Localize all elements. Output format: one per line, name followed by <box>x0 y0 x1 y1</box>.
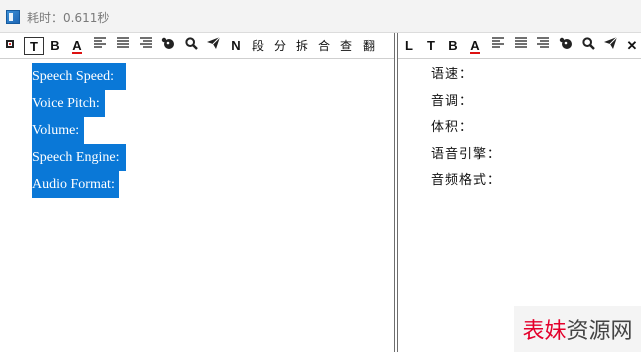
elapsed-time-label: 耗时：0.611秒 <box>27 11 110 25</box>
watermark: 表妹 资源网 <box>514 306 641 352</box>
send-icon[interactable] <box>205 37 221 55</box>
text-line[interactable]: Volume: <box>32 117 84 144</box>
text-line[interactable]: 语音引擎： <box>431 146 501 173</box>
l-button[interactable]: L <box>402 37 416 55</box>
translation-pane[interactable]: L T B A ✕ 语速： 音调： 体积： 语音引擎： 音频格式： <box>397 33 641 352</box>
text-mode-button[interactable]: T <box>24 37 44 55</box>
search-icon[interactable] <box>183 37 199 55</box>
paragraph-button[interactable]: 段 <box>250 37 266 55</box>
translation-toolbar: L T B A ✕ <box>398 33 641 59</box>
source-text-pane[interactable]: T B A N 段 分 拆 合 查 翻 Speech Speed: Voice … <box>0 33 395 352</box>
stop-icon[interactable] <box>4 37 16 55</box>
search-icon[interactable] <box>580 37 596 55</box>
text-line[interactable]: Voice Pitch: <box>32 90 105 117</box>
align-justify-icon[interactable] <box>513 37 529 55</box>
source-toolbar: T B A N 段 分 拆 合 查 翻 <box>0 33 394 59</box>
font-color-label: A <box>470 38 480 54</box>
break-button[interactable]: 拆 <box>294 37 310 55</box>
text-mode-button[interactable]: T <box>424 37 438 55</box>
check-button[interactable]: 查 <box>338 37 354 55</box>
close-icon[interactable]: ✕ <box>625 37 639 55</box>
text-line[interactable]: Speech Speed: <box>32 63 126 90</box>
align-left-icon[interactable] <box>92 37 108 55</box>
font-color-button[interactable]: A <box>468 37 482 55</box>
align-left-icon[interactable] <box>490 37 506 55</box>
translation-text-content[interactable]: 语速： 音调： 体积： 语音引擎： 音频格式： <box>431 66 501 199</box>
align-right-icon[interactable] <box>138 37 154 55</box>
merge-button[interactable]: 合 <box>316 37 332 55</box>
n-button[interactable]: N <box>228 37 244 55</box>
clear-format-icon[interactable] <box>558 37 574 55</box>
watermark-red-text: 表妹 <box>522 319 567 344</box>
title-bar: 耗时：0.611秒 <box>0 0 641 33</box>
clear-format-icon[interactable] <box>160 37 176 55</box>
text-line[interactable]: 音调： <box>431 93 501 120</box>
translate-button[interactable]: 翻 <box>361 37 377 55</box>
text-line[interactable]: Audio Format: <box>32 171 119 198</box>
send-icon[interactable] <box>602 37 618 55</box>
bold-button[interactable]: B <box>48 37 62 55</box>
text-line[interactable]: 音频格式： <box>431 172 501 199</box>
bold-button[interactable]: B <box>446 37 460 55</box>
font-color-button[interactable]: A <box>70 37 84 55</box>
split-button[interactable]: 分 <box>272 37 288 55</box>
source-text-content[interactable]: Speech Speed: Voice Pitch: Volume: Speec… <box>32 63 126 198</box>
app-icon <box>6 10 20 24</box>
font-color-label: A <box>72 38 82 54</box>
align-justify-icon[interactable] <box>115 37 131 55</box>
text-line[interactable]: 体积： <box>431 119 501 146</box>
align-right-icon[interactable] <box>535 37 551 55</box>
text-line[interactable]: 语速： <box>431 66 501 93</box>
watermark-gray-text: 资源网 <box>566 319 633 344</box>
text-line[interactable]: Speech Engine: <box>32 144 126 171</box>
